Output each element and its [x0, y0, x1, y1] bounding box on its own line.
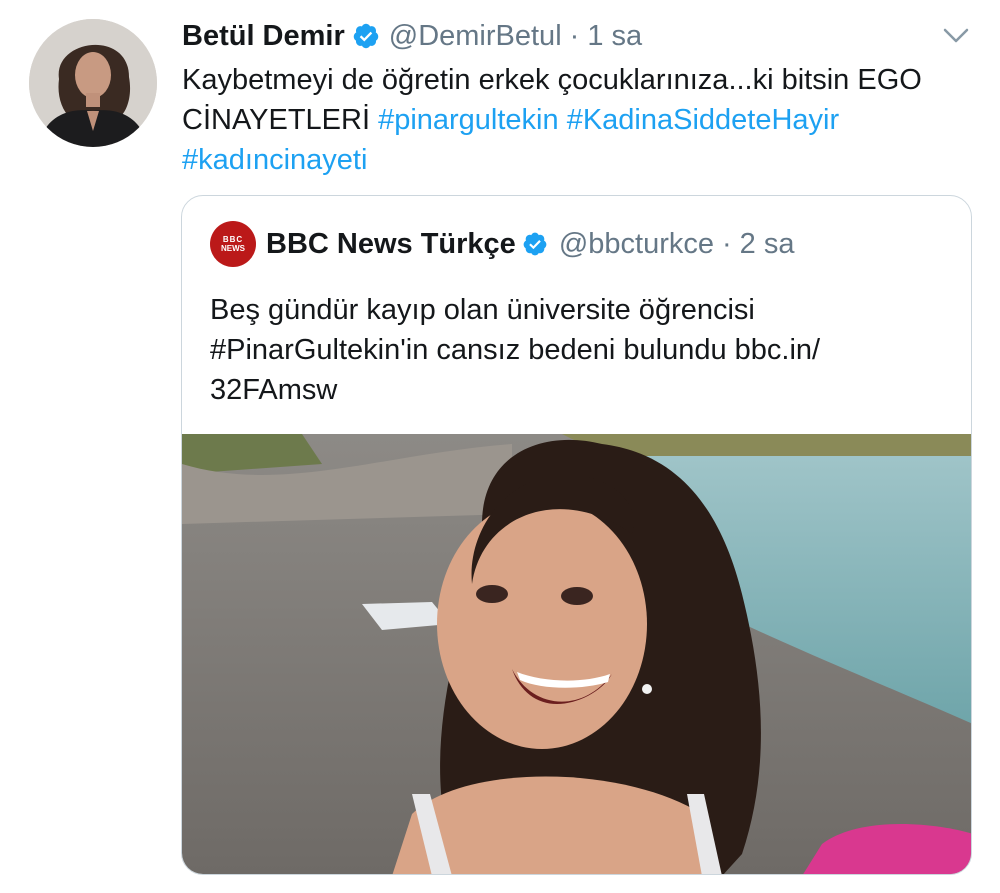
quoted-text-line: 32FAmsw — [210, 374, 338, 406]
author-name[interactable]: Betül Demir — [182, 20, 345, 53]
bbc-news-logo[interactable]: BBC NEWS — [210, 221, 256, 267]
tweet[interactable]: Betül Demir @DemirBetul · 1 sa Kaybetmey… — [0, 0, 1000, 893]
avatar[interactable] — [29, 19, 157, 147]
quoted-author-name[interactable]: BBC News Türkçe — [266, 228, 516, 261]
separator-dot: · — [721, 227, 732, 260]
verified-badge-icon — [352, 22, 380, 50]
tweet-text-line: CİNAYETLERİ #pinargultekin #KadinaSiddet… — [182, 100, 982, 140]
quoted-tweet-text: Beş gündür kayıp olan üniversite öğrenci… — [210, 290, 930, 410]
avatar-image — [29, 19, 157, 147]
tweet-header: Betül Demir @DemirBetul · 1 sa — [182, 16, 970, 56]
beach-photo — [182, 434, 971, 874]
quoted-tweet-photo[interactable] — [182, 434, 971, 874]
author-handle[interactable]: @DemirBetul — [389, 20, 562, 53]
chevron-down-icon[interactable] — [942, 24, 970, 48]
hashtag-link[interactable]: #KadinaSiddeteHayir — [567, 104, 839, 136]
separator-dot: · — [569, 19, 580, 52]
verified-badge-icon — [522, 231, 548, 257]
quoted-tweet[interactable]: BBC NEWS BBC News Türkçe @bbcturkce · 2 … — [181, 195, 972, 875]
tweet-text-segment: CİNAYETLERİ — [182, 104, 379, 136]
quoted-text-line: Beş gündür kayıp olan üniversite öğrenci… — [210, 294, 755, 326]
hashtag-link[interactable]: #pinargultekin — [378, 104, 559, 136]
quoted-tweet-header: BBC NEWS BBC News Türkçe @bbcturkce · 2 … — [210, 221, 795, 267]
tweet-text-line: #kadıncinayeti — [182, 140, 982, 180]
timestamp[interactable]: 1 sa — [587, 20, 642, 53]
tweet-text-line: Kaybetmeyi de öğretin erkek çocuklarınız… — [182, 64, 922, 96]
hashtag-link[interactable]: #kadıncinayeti — [182, 144, 367, 176]
quoted-timestamp[interactable]: 2 sa — [740, 228, 795, 261]
logo-text: BBC — [222, 235, 244, 244]
quoted-author-handle[interactable]: @bbcturkce — [559, 228, 714, 261]
logo-text: NEWS — [221, 244, 245, 253]
quoted-text-line: #PinarGultekin'in cansız bedeni bulundu … — [210, 334, 821, 366]
tweet-text: Kaybetmeyi de öğretin erkek çocuklarınız… — [182, 60, 982, 180]
